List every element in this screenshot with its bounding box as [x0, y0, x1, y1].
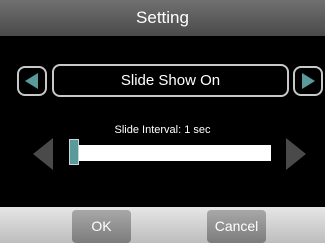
mode-display[interactable]: Slide Show On [52, 64, 289, 97]
bottom-bar [0, 207, 325, 243]
interval-slider-track[interactable] [74, 145, 271, 161]
mode-prev-button[interactable] [17, 66, 47, 96]
right-triangle-icon [302, 73, 315, 89]
interval-label: Slide Interval: 1 sec [114, 124, 211, 136]
settings-screen: Setting Slide Show On Slide Interval: 1 … [0, 0, 325, 243]
left-triangle-icon [25, 73, 38, 89]
ok-button[interactable]: OK [72, 210, 131, 243]
cancel-button[interactable]: Cancel [207, 210, 266, 243]
page-title: Setting [0, 0, 325, 36]
interval-decrease-icon[interactable] [33, 138, 55, 170]
mode-next-button[interactable] [293, 66, 323, 96]
interval-increase-icon[interactable] [284, 138, 306, 170]
interval-slider-thumb[interactable] [69, 139, 79, 165]
